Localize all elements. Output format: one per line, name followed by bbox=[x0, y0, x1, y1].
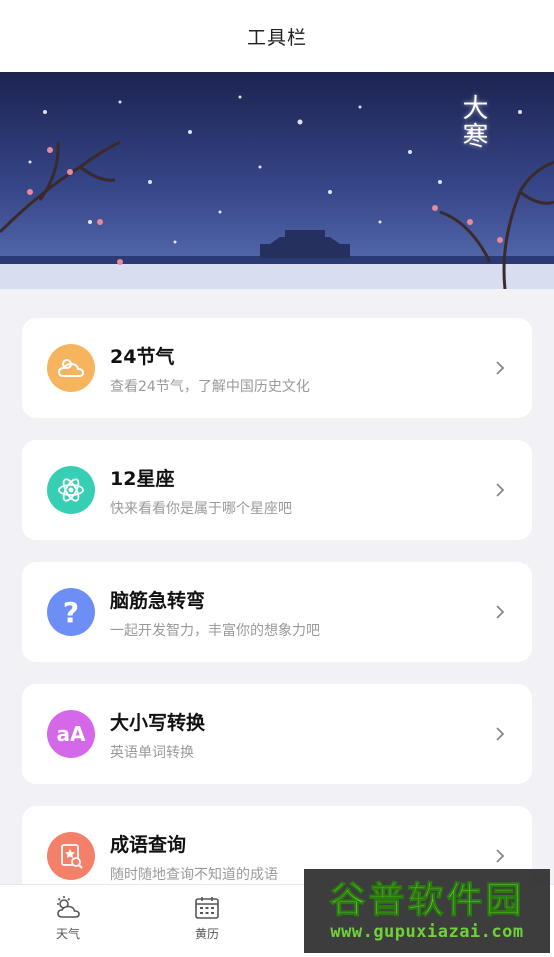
card-subtitle: 英语单词转换 bbox=[110, 745, 194, 761]
banner-image[interactable]: 大寒 bbox=[0, 72, 554, 289]
chevron-right-icon bbox=[496, 605, 505, 619]
banner-title: 大寒 bbox=[458, 94, 488, 150]
tool-card-case-convert[interactable]: aA 大小写转换 英语单词转换 bbox=[22, 684, 532, 784]
chevron-right-icon bbox=[496, 483, 505, 497]
tab-almanac[interactable]: 黄历 bbox=[172, 895, 242, 942]
card-title: 成语查询 bbox=[110, 834, 187, 856]
book-search-icon bbox=[47, 832, 95, 880]
tool-card-zodiac[interactable]: 12星座 快来看看你是属于哪个星座吧 bbox=[22, 440, 532, 540]
calendar-icon bbox=[195, 897, 219, 919]
page-title: 工具栏 bbox=[246, 26, 307, 49]
sun-cloud-icon bbox=[47, 344, 95, 392]
card-title: 24节气 bbox=[110, 346, 175, 368]
tab-label: 天气 bbox=[55, 927, 80, 941]
atom-icon bbox=[47, 466, 95, 514]
chevron-right-icon bbox=[496, 361, 505, 375]
top-bar: 工具栏 bbox=[0, 0, 554, 72]
card-title: 12星座 bbox=[110, 468, 175, 490]
weather-icon bbox=[57, 896, 80, 918]
chevron-right-icon bbox=[496, 727, 505, 741]
tab-label: 黄历 bbox=[194, 927, 219, 941]
watermark-url: www.gupuxiazai.com bbox=[330, 922, 524, 942]
tool-card-solar-terms[interactable]: 24节气 查看24节气，了解中国历史文化 bbox=[22, 318, 532, 418]
site-watermark: 谷普软件园 www.gupuxiazai.com bbox=[304, 869, 550, 953]
card-subtitle: 快来看看你是属于哪个星座吧 bbox=[110, 501, 292, 517]
card-subtitle: 一起开发智力，丰富你的想象力吧 bbox=[110, 623, 320, 639]
question-icon: ? bbox=[47, 588, 95, 636]
card-subtitle: 查看24节气，了解中国历史文化 bbox=[110, 379, 310, 395]
watermark-logo-text: 谷普软件园 bbox=[329, 880, 525, 922]
letter-case-icon: aA bbox=[47, 710, 95, 758]
chevron-right-icon bbox=[496, 849, 505, 863]
card-title: 大小写转换 bbox=[110, 712, 206, 734]
tab-weather[interactable]: 天气 bbox=[33, 895, 103, 942]
card-subtitle: 随时随地查询不知道的成语 bbox=[110, 867, 278, 883]
tool-card-brain-teaser[interactable]: ? 脑筋急转弯 一起开发智力，丰富你的想象力吧 bbox=[22, 562, 532, 662]
card-title: 脑筋急转弯 bbox=[110, 590, 206, 612]
